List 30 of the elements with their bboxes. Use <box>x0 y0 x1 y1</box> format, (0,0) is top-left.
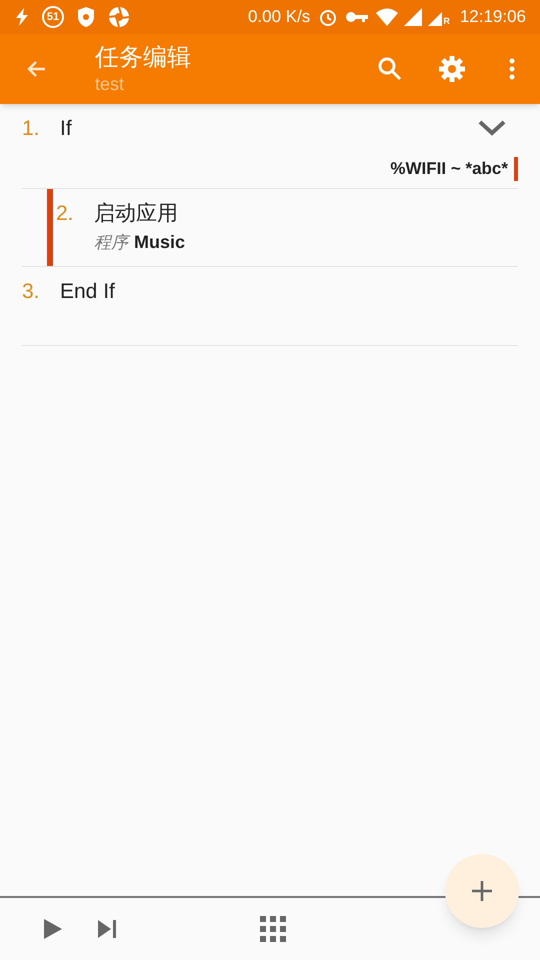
action-name: If <box>60 116 73 142</box>
action-name: 启动应用 <box>94 200 179 226</box>
key-icon <box>346 11 368 23</box>
step-icon[interactable] <box>98 920 118 938</box>
notification-badge: 51 <box>42 6 64 28</box>
network-speed: 0.00 K/s <box>248 6 310 28</box>
action-number: 1. <box>22 116 41 142</box>
clock: 12:19:06 <box>460 6 526 28</box>
chevron-down-icon[interactable] <box>478 120 506 136</box>
shield-icon <box>76 6 96 28</box>
condition-marker <box>514 156 518 181</box>
grid-icon[interactable] <box>260 916 286 942</box>
signal-icon <box>404 8 422 26</box>
plus-icon <box>472 881 492 901</box>
task-name: test <box>95 73 126 95</box>
parameter-label: 程序 <box>94 230 128 255</box>
action-number: 3. <box>22 278 41 304</box>
action-name: End If <box>60 278 116 304</box>
action-number: 2. <box>56 200 75 226</box>
aperture-icon <box>108 6 130 28</box>
parameter-value: Music <box>134 230 186 254</box>
condition-text: %WIFII ~ *abc* <box>390 158 508 180</box>
screen-title: 任务编辑 <box>95 43 191 73</box>
roaming-mark: R <box>443 17 450 26</box>
more-options-icon[interactable] <box>509 58 515 80</box>
play-icon[interactable] <box>44 919 62 939</box>
search-icon[interactable] <box>377 56 403 82</box>
flash-icon <box>14 8 30 26</box>
wifi-icon <box>376 8 398 26</box>
alarm-icon <box>318 7 338 27</box>
